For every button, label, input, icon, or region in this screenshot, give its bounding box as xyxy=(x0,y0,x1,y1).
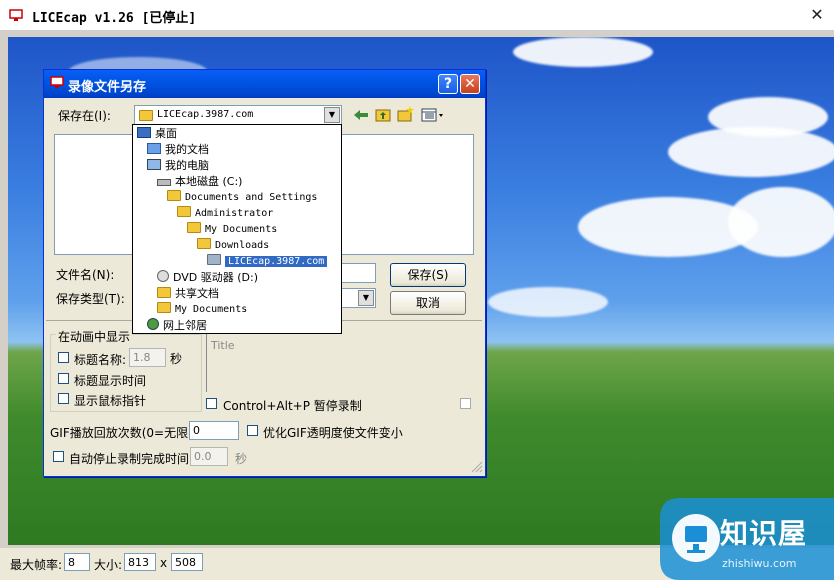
save-in-dropdown-list: 桌面 我的文档 我的电脑 本地磁盘 (C:) Documents and Set… xyxy=(132,124,342,334)
dropdown-item-label: 桌面 xyxy=(155,127,177,140)
show-cursor-checkbox[interactable] xyxy=(58,393,69,404)
resize-grip-icon[interactable] xyxy=(470,460,483,473)
drive-icon xyxy=(157,179,171,186)
dropdown-item-label: 网上邻居 xyxy=(163,319,207,332)
extra-checkbox[interactable] xyxy=(460,398,471,409)
folder-icon xyxy=(177,206,191,217)
chevron-down-icon[interactable]: ▼ xyxy=(358,290,374,306)
optimize-label: 优化GIF透明度使文件变小 xyxy=(263,426,403,440)
folder-icon xyxy=(167,190,181,201)
width-input[interactable]: 813 xyxy=(124,553,156,571)
folder-icon xyxy=(207,254,221,265)
dvd-drive-icon xyxy=(157,270,169,282)
dropdown-item-label: 共享文档 xyxy=(175,287,219,300)
auto-stop-checkbox[interactable] xyxy=(53,451,64,462)
dropdown-item-administrator[interactable]: Administrator xyxy=(177,206,273,222)
main-close-button[interactable]: ✕ xyxy=(810,7,824,23)
dialog-app-icon xyxy=(50,76,64,88)
watermark-brand: 知识屋 xyxy=(720,517,808,550)
dropdown-item-label: 我的电脑 xyxy=(165,159,209,172)
save-button[interactable]: 保存(S) xyxy=(390,263,466,287)
folder-icon xyxy=(187,222,201,233)
dropdown-item-label: My Documents xyxy=(205,224,278,235)
show-cursor-label: 显示鼠标指针 xyxy=(74,394,147,408)
height-input[interactable]: 508 xyxy=(171,553,203,571)
optimize-checkbox[interactable] xyxy=(247,425,258,436)
dropdown-item-label: Downloads xyxy=(215,240,270,251)
pause-shortcut-label: Control+Alt+P 暂停录制 xyxy=(223,399,362,413)
dropdown-item-licecap-folder[interactable]: LICEcap.3987.com xyxy=(207,254,328,270)
title-seconds-input[interactable]: 1.8 xyxy=(129,348,166,367)
main-title-bar: LICEcap v1.26 [已停止] ✕ xyxy=(0,0,834,31)
title-placeholder: Title xyxy=(211,339,235,352)
folder-icon xyxy=(157,302,171,313)
folder-icon xyxy=(139,110,153,121)
gif-loop-label: GIF播放回放次数(0=无限): xyxy=(50,426,197,440)
max-fps-input[interactable]: 8 xyxy=(64,553,90,571)
my-documents-icon xyxy=(147,143,161,154)
filename-label: 文件名(N): xyxy=(56,268,115,282)
dropdown-item-documents-and-settings[interactable]: Documents and Settings xyxy=(167,190,317,206)
folder-icon xyxy=(197,238,211,249)
dropdown-item-label: My Documents xyxy=(175,304,248,315)
auto-stop-input[interactable]: 0.0 xyxy=(190,447,228,466)
dropdown-item-network[interactable]: 网上邻居 xyxy=(147,318,207,334)
pause-shortcut-checkbox[interactable] xyxy=(206,398,217,409)
dropdown-item-label: Documents and Settings xyxy=(185,192,318,203)
dialog-title: 录像文件另存 xyxy=(68,80,147,95)
dialog-title-bar: 录像文件另存 ? ✕ xyxy=(44,70,485,98)
dropdown-item-my-computer[interactable]: 我的电脑 xyxy=(147,158,209,174)
my-computer-icon xyxy=(147,159,161,170)
filetype-label: 保存类型(T): xyxy=(56,292,125,306)
title-text-area[interactable]: Title xyxy=(206,334,481,392)
dropdown-item-label: DVD 驱动器 (D:) xyxy=(173,271,259,284)
title-name-label: 标题名称: xyxy=(74,353,127,367)
size-label: 大小: xyxy=(94,558,123,572)
help-button[interactable]: ? xyxy=(438,74,458,94)
view-menu-icon[interactable] xyxy=(421,108,445,122)
size-times-label: x xyxy=(160,556,168,570)
network-icon xyxy=(147,318,159,330)
dropdown-item-my-documents[interactable]: 我的文档 xyxy=(147,142,209,158)
dropdown-item-label: LICEcap.3987.com xyxy=(225,256,328,267)
cancel-button[interactable]: 取消 xyxy=(390,291,466,315)
dropdown-item-label: 本地磁盘 (C:) xyxy=(175,175,243,188)
dialog-close-button[interactable]: ✕ xyxy=(460,74,480,94)
show-title-time-label: 标题显示时间 xyxy=(74,374,147,388)
show-title-time-checkbox[interactable] xyxy=(58,373,69,384)
save-in-value: LICEcap.3987.com xyxy=(157,109,254,120)
desktop-icon xyxy=(137,127,151,138)
gif-loop-input[interactable]: 0 xyxy=(189,421,239,440)
show-in-animation-label: 在动画中显示 xyxy=(56,328,133,345)
dropdown-item-label: Administrator xyxy=(195,208,274,219)
dropdown-item-my-documents-folder[interactable]: My Documents xyxy=(187,222,277,238)
main-window-title: LICEcap v1.26 [已停止] xyxy=(32,11,197,26)
watermark-url: zhishiwu.com xyxy=(722,557,797,570)
save-in-label: 保存在(I): xyxy=(58,109,111,123)
auto-stop-unit-label: 秒 xyxy=(235,452,248,466)
save-in-combo[interactable]: LICEcap.3987.com ▼ xyxy=(134,105,342,125)
dropdown-item-my-documents-2[interactable]: My Documents xyxy=(157,302,247,318)
seconds-unit-label: 秒 xyxy=(170,352,183,366)
dropdown-item-downloads[interactable]: Downloads xyxy=(197,238,269,254)
new-folder-icon[interactable] xyxy=(397,106,414,122)
dropdown-item-shared-documents[interactable]: 共享文档 xyxy=(157,286,219,302)
max-fps-label: 最大帧率: xyxy=(10,558,63,572)
chevron-down-icon[interactable]: ▼ xyxy=(324,107,340,123)
title-name-checkbox[interactable] xyxy=(58,352,69,363)
up-folder-icon[interactable] xyxy=(375,107,391,122)
auto-stop-label: 自动停止录制完成时间 xyxy=(69,452,190,466)
dropdown-item-label: 我的文档 xyxy=(165,143,209,156)
dropdown-item-desktop[interactable]: 桌面 xyxy=(137,126,177,142)
licecap-app-icon xyxy=(9,9,23,21)
back-arrow-icon[interactable] xyxy=(353,108,369,122)
folder-icon xyxy=(157,287,171,298)
dropdown-item-dvd-drive[interactable]: DVD 驱动器 (D:) xyxy=(157,270,258,286)
dropdown-item-local-disk[interactable]: 本地磁盘 (C:) xyxy=(157,174,242,190)
